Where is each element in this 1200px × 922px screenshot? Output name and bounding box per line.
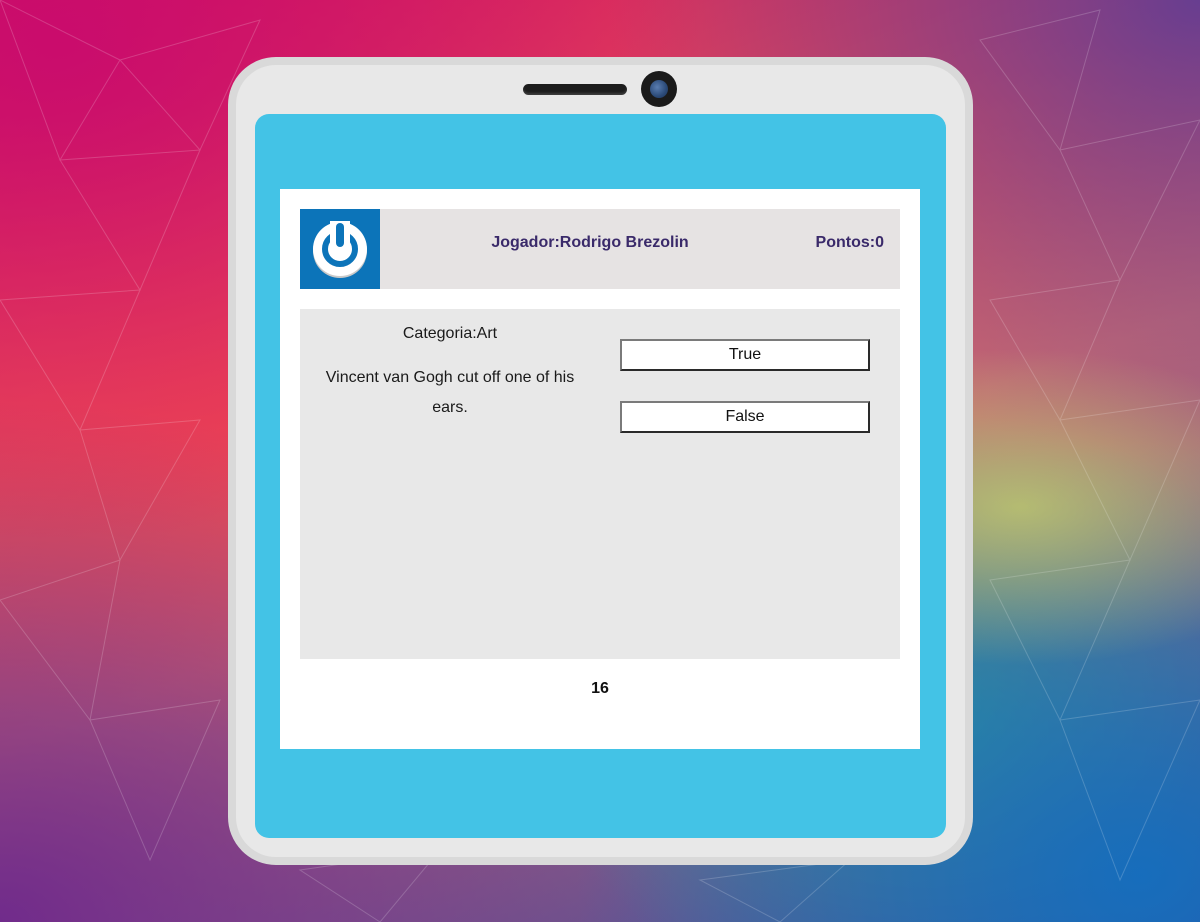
player-name: Jogador:Rodrigo Brezolin <box>491 234 689 251</box>
question-panel: Categoria:Art Vincent van Gogh cut off o… <box>300 309 900 659</box>
game-header: Jogador:Rodrigo Brezolin Pontos:0 <box>300 209 900 289</box>
question-category: Categoria:Art <box>402 325 498 342</box>
false-button[interactable]: False <box>620 401 870 433</box>
tablet-screen: Jogador:Rodrigo Brezolin Pontos:0 Catego… <box>255 114 946 838</box>
true-button[interactable]: True <box>620 339 870 371</box>
power-icon[interactable] <box>300 209 380 289</box>
question-text: Vincent van Gogh cut off one of his ears… <box>325 369 575 416</box>
countdown-timer: 16 <box>591 680 609 697</box>
speaker-grille <box>523 84 627 95</box>
camera-lens <box>641 71 677 107</box>
points-display: Pontos:0 <box>815 234 884 251</box>
tablet-frame: Jogador:Rodrigo Brezolin Pontos:0 Catego… <box>228 57 973 865</box>
game-card: Jogador:Rodrigo Brezolin Pontos:0 Catego… <box>280 189 920 749</box>
